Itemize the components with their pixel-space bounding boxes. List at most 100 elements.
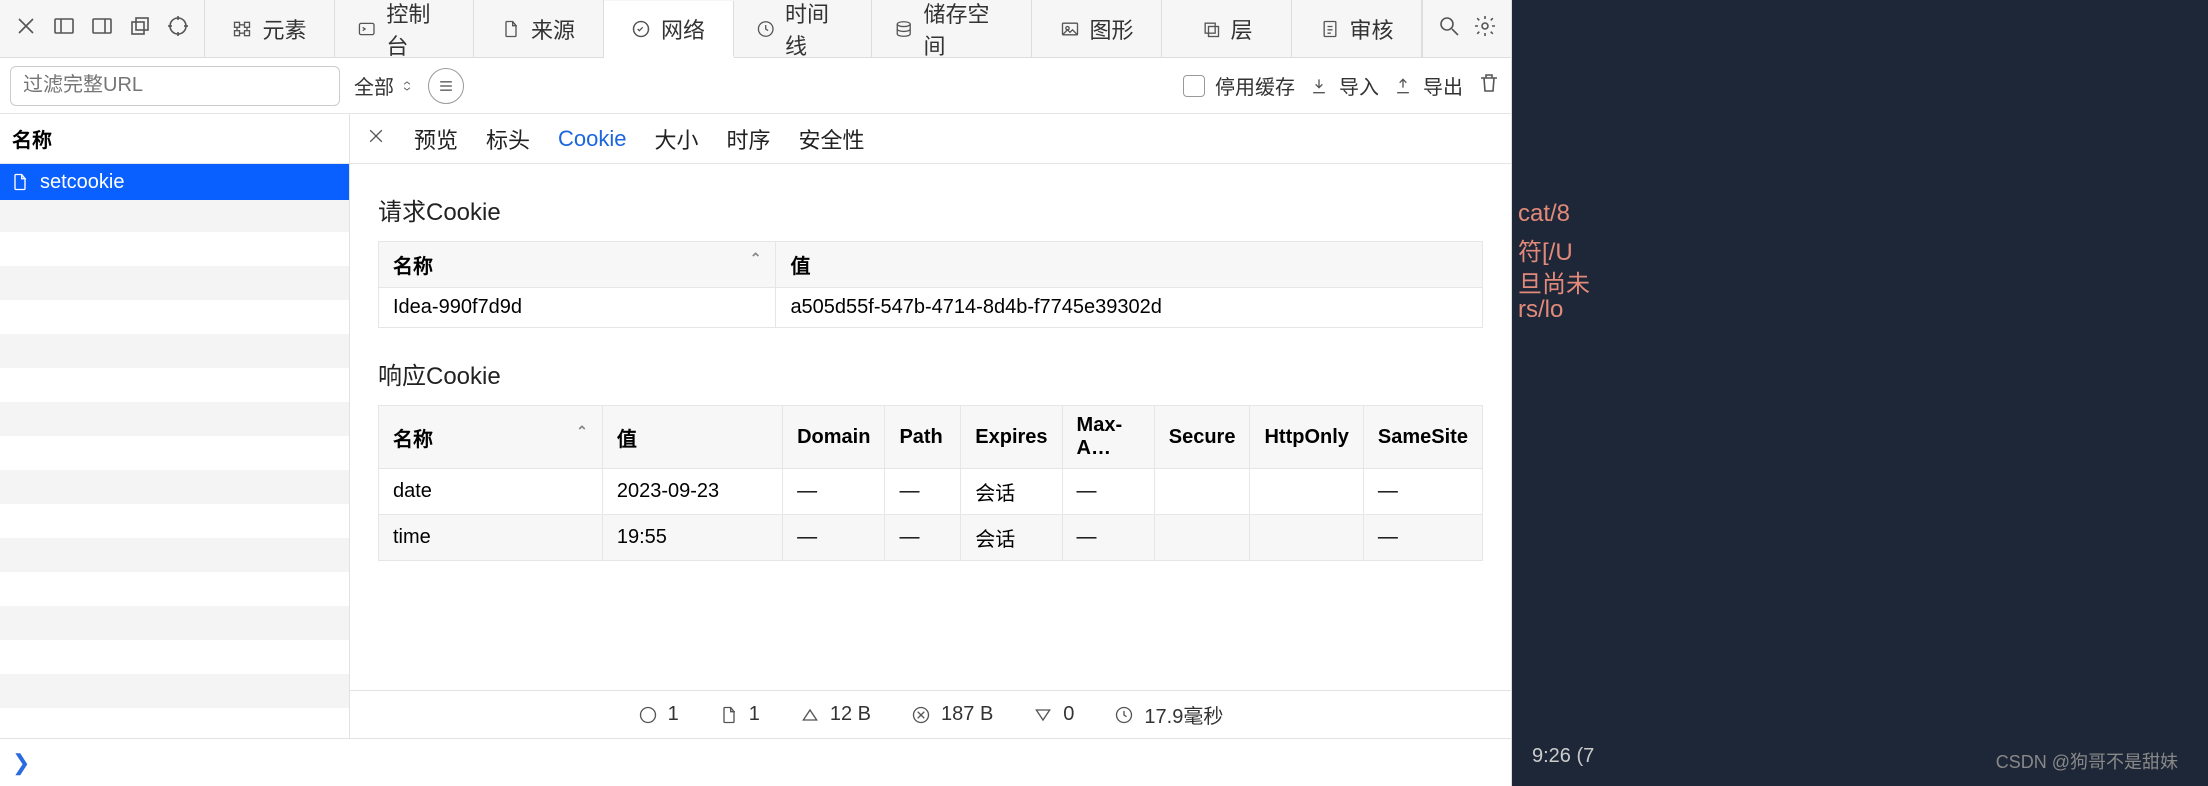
detail-tab-cookie[interactable]: Cookie — [558, 126, 626, 152]
response-cookie-heading: 响应Cookie — [378, 356, 1483, 391]
cell — [1250, 515, 1363, 561]
detail-tab-preview[interactable]: 预览 — [414, 123, 458, 155]
cell: 19:55 — [602, 515, 782, 561]
req-col-name-label: 名称 — [393, 256, 433, 278]
res-col-httponly[interactable]: HttpOnly — [1250, 406, 1363, 469]
settings-icon[interactable] — [1473, 14, 1497, 43]
tab-audit-label: 审核 — [1350, 13, 1394, 45]
search-icon[interactable] — [1437, 14, 1461, 43]
req-col-name[interactable]: 名称 ⌃ — [379, 242, 776, 288]
close-icon[interactable] — [14, 14, 38, 43]
cell: 会话 — [961, 515, 1062, 561]
cell: — — [885, 469, 961, 515]
terminal-line: cat/8 — [1518, 200, 1570, 228]
chevron-right-icon: ❯ — [12, 750, 30, 776]
network-status-bar: 1 1 12 B 187 B 0 17.9毫秒 — [350, 690, 1511, 738]
import-button[interactable]: 导入 — [1309, 71, 1379, 100]
req-col-value[interactable]: 值 — [776, 242, 1483, 288]
terminal-line: rs/lo — [1518, 296, 1563, 324]
stat-errors: 0 — [1033, 703, 1074, 726]
stat-time-value: 17.9毫秒 — [1144, 700, 1223, 729]
res-col-secure[interactable]: Secure — [1154, 406, 1250, 469]
table-row[interactable]: date 2023-09-23 — — 会话 — — — [379, 469, 1483, 515]
cell: — — [1363, 515, 1482, 561]
cell: — — [1363, 469, 1482, 515]
import-label: 导入 — [1339, 71, 1379, 100]
tab-graphics-label: 图形 — [1090, 13, 1134, 45]
tab-storage[interactable]: 储存空间 — [872, 0, 1032, 57]
tab-layers[interactable]: 层 — [1162, 0, 1292, 57]
tab-console-label: 控制台 — [386, 0, 450, 61]
tab-console[interactable]: 控制台 — [335, 0, 474, 57]
type-filter-all[interactable]: 全部 — [354, 71, 414, 100]
cell: 会话 — [961, 469, 1062, 515]
popout-icon[interactable] — [128, 14, 152, 43]
cell: — — [1062, 515, 1154, 561]
stat-resources: 187 B — [911, 703, 993, 726]
stat-resources-value: 187 B — [941, 703, 993, 726]
request-item-setcookie[interactable]: setcookie — [0, 164, 349, 200]
cell: — — [783, 515, 885, 561]
detail-tabs: 预览 标头 Cookie 大小 时序 安全性 — [350, 114, 1511, 164]
cell: — — [885, 515, 961, 561]
request-item-label: setcookie — [40, 171, 125, 194]
cell — [1154, 469, 1250, 515]
tab-network[interactable]: 网络 — [604, 1, 734, 58]
type-filter-all-label: 全部 — [354, 71, 394, 100]
request-cookie-table: 名称 ⌃ 值 Idea-990f7d9d a505d55f-547b-4714-8… — [378, 241, 1483, 328]
res-col-domain[interactable]: Domain — [783, 406, 885, 469]
dock-left-icon[interactable] — [52, 14, 76, 43]
disable-cache-label: 停用缓存 — [1215, 71, 1295, 100]
target-icon[interactable] — [166, 14, 190, 43]
res-col-name[interactable]: 名称 ⌃ — [379, 406, 603, 469]
sort-asc-icon: ⌃ — [750, 250, 762, 267]
tab-sources-label: 来源 — [531, 13, 575, 45]
table-row[interactable]: Idea-990f7d9d a505d55f-547b-4714-8d4b-f7… — [379, 288, 1483, 328]
tab-graphics[interactable]: 图形 — [1032, 0, 1162, 57]
res-col-name-label: 名称 — [393, 429, 433, 451]
tab-storage-label: 储存空间 — [924, 0, 1010, 61]
console-prompt[interactable]: ❯ — [0, 738, 1511, 786]
stat-errors-value: 0 — [1063, 703, 1074, 726]
filter-bar: 全部 停用缓存 导入 导出 — [0, 58, 1511, 114]
close-details-icon[interactable] — [366, 126, 386, 152]
table-row[interactable]: time 19:55 — — 会话 — — — [379, 515, 1483, 561]
clock-text: 9:26 (7 — [1532, 745, 1594, 768]
stat-transfer: 12 B — [800, 703, 871, 726]
res-col-samesite[interactable]: SameSite — [1363, 406, 1482, 469]
clear-icon[interactable] — [1477, 71, 1501, 100]
detail-tab-security[interactable]: 安全性 — [799, 123, 865, 155]
res-col-value[interactable]: 值 — [602, 406, 782, 469]
tab-audit[interactable]: 审核 — [1292, 0, 1422, 57]
dock-right-icon[interactable] — [90, 14, 114, 43]
res-col-expires[interactable]: Expires — [961, 406, 1062, 469]
res-col-maxage[interactable]: Max-A… — [1062, 406, 1154, 469]
detail-tab-size[interactable]: 大小 — [655, 123, 699, 155]
background-terminal: cat/8 符[/U 旦尚未 rs/lo 9:26 (7 CSDN @狗哥不是甜… — [1512, 0, 2208, 786]
sort-asc-icon: ⌃ — [576, 423, 588, 440]
stat-requests-value: 1 — [668, 703, 679, 726]
cell — [1250, 469, 1363, 515]
tab-timeline-label: 时间线 — [785, 0, 849, 61]
res-col-path[interactable]: Path — [885, 406, 961, 469]
url-filter-input[interactable] — [10, 66, 340, 106]
cell: time — [379, 515, 603, 561]
cell: date — [379, 469, 603, 515]
cell: — — [1062, 469, 1154, 515]
request-list: 名称 setcookie — [0, 114, 350, 738]
request-cookie-heading: 请求Cookie — [378, 192, 1483, 227]
cell: — — [783, 469, 885, 515]
tab-sources[interactable]: 来源 — [474, 0, 604, 57]
tab-elements[interactable]: 元素 — [205, 0, 335, 57]
req-cookie-value: a505d55f-547b-4714-8d4b-f7745e39302d — [776, 288, 1483, 328]
detail-tab-headers[interactable]: 标头 — [486, 123, 530, 155]
group-by-icon[interactable] — [428, 68, 464, 104]
cell: 2023-09-23 — [602, 469, 782, 515]
request-list-header[interactable]: 名称 — [0, 114, 349, 164]
response-cookie-table: 名称⌃ 值 Domain Path Expires Max-A… Secure … — [378, 405, 1483, 561]
detail-tab-timing[interactable]: 时序 — [727, 123, 771, 155]
tab-timeline[interactable]: 时间线 — [734, 0, 873, 57]
export-button[interactable]: 导出 — [1393, 71, 1463, 100]
disable-cache-toggle[interactable]: 停用缓存 — [1183, 71, 1295, 100]
devtools-toolbar: 元素 控制台 来源 网络 时间线 储存空间 图形 层 审核 — [0, 0, 1511, 58]
